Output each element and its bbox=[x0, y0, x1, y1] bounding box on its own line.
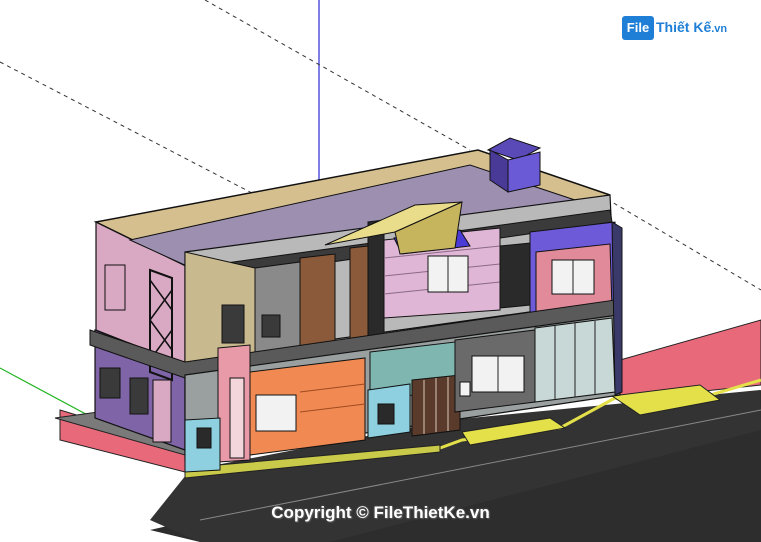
dark-pillar bbox=[367, 219, 385, 348]
site-logo: File Thiết Kế.vn bbox=[622, 14, 734, 44]
wood-cladding-2 bbox=[349, 245, 369, 349]
dark-grid-panel bbox=[499, 242, 531, 309]
column-panel bbox=[229, 377, 245, 459]
copyright-watermark: Copyright © FileThietKe.vn bbox=[271, 503, 490, 522]
letterbox bbox=[459, 381, 471, 397]
logo-badge: File bbox=[622, 16, 654, 40]
side-window-upper bbox=[104, 264, 126, 311]
logo-text: Thiết Kế.vn bbox=[656, 19, 727, 35]
side-window-ground-1 bbox=[99, 367, 121, 399]
logo-suffix: .vn bbox=[711, 23, 728, 35]
meter-box bbox=[196, 427, 212, 449]
3d-viewport[interactable] bbox=[0, 0, 761, 542]
left-upper-window bbox=[221, 304, 245, 344]
gate-meter bbox=[377, 403, 395, 425]
side-window-ground-2 bbox=[129, 377, 149, 415]
logo-name: Thiết Kế bbox=[656, 19, 712, 35]
ground-window-left bbox=[255, 394, 297, 432]
side-pillar bbox=[152, 379, 172, 443]
upper-stone-panel bbox=[254, 261, 301, 361]
upper-window-left bbox=[261, 314, 281, 338]
